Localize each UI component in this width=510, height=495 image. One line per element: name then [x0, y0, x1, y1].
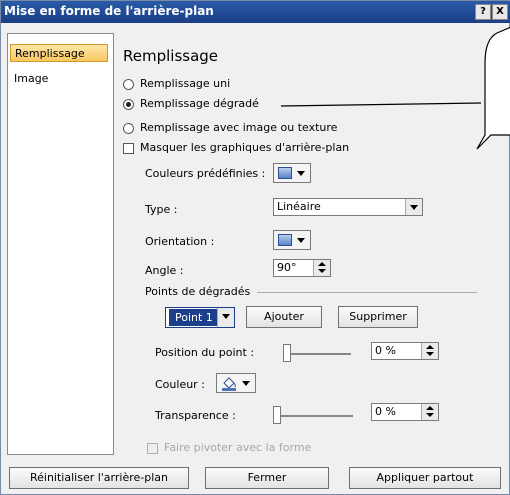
stop-position-thumb[interactable]: [283, 344, 291, 362]
angle-spin-buttons[interactable]: [313, 260, 330, 276]
spin-up-icon: [318, 262, 326, 266]
orientation-label: Orientation :: [145, 235, 215, 248]
color-label: Couleur :: [155, 378, 205, 391]
stop-position-value: 0 %: [375, 344, 396, 357]
window-title: Mise en forme de l'arrière-plan: [4, 4, 214, 18]
orientation-button[interactable]: [273, 230, 311, 250]
radio-picture-fill[interactable]: Remplissage avec image ou texture: [123, 121, 337, 134]
gradient-swatch-icon: [278, 167, 292, 179]
angle-label: Angle :: [145, 264, 184, 277]
chevron-down-icon: [410, 205, 418, 210]
format-background-dialog: Mise en forme de l'arrière-plan ? X Remp…: [0, 0, 510, 495]
radio-selected-icon: [123, 98, 134, 110]
stop-dropdown-button[interactable]: [217, 308, 234, 327]
help-button[interactable]: ?: [475, 4, 491, 20]
checkbox-icon: [147, 442, 158, 454]
close-window-button[interactable]: X: [492, 4, 508, 20]
checkbox-icon: [123, 142, 134, 154]
type-dropdown-button[interactable]: [405, 199, 422, 215]
fill-panel: Remplissage Remplissage uni Remplissage …: [117, 33, 487, 454]
paint-bucket-icon: [222, 377, 236, 391]
apply-all-button[interactable]: Appliquer partout: [349, 467, 501, 489]
spin-up-icon: [426, 345, 434, 349]
stop-select[interactable]: Point 1: [165, 307, 235, 328]
transparency-value: 0 %: [375, 405, 396, 418]
spin-down-icon: [426, 413, 434, 417]
section-divider: [257, 292, 477, 293]
spin-up-icon: [426, 406, 434, 410]
nav-item-remplissage[interactable]: Remplissage: [10, 44, 108, 62]
chevron-down-icon: [222, 314, 230, 319]
type-value: Linéaire: [277, 200, 321, 213]
angle-value: 90°: [277, 261, 297, 274]
gradient-stops-label: Points de dégradés: [145, 285, 251, 298]
transparency-spin-buttons[interactable]: [421, 404, 438, 420]
title-bar: Mise en forme de l'arrière-plan ? X: [1, 1, 510, 23]
transparency-thumb[interactable]: [273, 406, 281, 424]
spin-down-icon: [426, 352, 434, 356]
checkbox-hide-graphics[interactable]: Masquer les graphiques d'arrière-plan: [123, 141, 349, 154]
type-select[interactable]: Linéaire: [273, 198, 423, 216]
radio-icon: [123, 78, 134, 90]
chevron-down-icon: [297, 171, 305, 176]
stop-position-label: Position du point :: [155, 346, 255, 359]
stop-position-spinner[interactable]: 0 %: [371, 342, 439, 360]
remove-stop-button[interactable]: Supprimer: [338, 306, 418, 328]
radio-icon: [123, 122, 134, 134]
transparency-slider[interactable]: [273, 415, 353, 417]
close-button[interactable]: Fermer: [205, 467, 329, 489]
add-stop-button[interactable]: Ajouter: [246, 306, 322, 328]
checkbox-rotate-with-shape-label: Faire pivoter avec la forme: [164, 441, 312, 454]
transparency-label: Transparence :: [155, 409, 236, 422]
gradient-swatch-icon: [278, 234, 292, 246]
preset-colors-button[interactable]: [273, 163, 311, 183]
radio-gradient-fill-label: Remplissage dégradé: [140, 97, 259, 110]
category-list: Remplissage Image: [7, 33, 114, 455]
spin-down-icon: [318, 269, 326, 273]
radio-picture-fill-label: Remplissage avec image ou texture: [140, 121, 338, 134]
section-heading: Remplissage: [123, 47, 219, 65]
checkbox-rotate-with-shape[interactable]: Faire pivoter avec la forme: [147, 441, 311, 454]
reset-background-button[interactable]: Réinitialiser l'arrière-plan: [9, 467, 189, 489]
chevron-down-icon: [297, 238, 305, 243]
transparency-spinner[interactable]: 0 %: [371, 403, 439, 421]
stop-position-spin-buttons[interactable]: [421, 343, 438, 359]
radio-gradient-fill[interactable]: Remplissage dégradé: [123, 97, 259, 110]
stop-value: Point 1: [169, 309, 219, 326]
stop-position-slider[interactable]: [283, 353, 351, 355]
color-picker-button[interactable]: [216, 373, 256, 393]
checkbox-hide-graphics-label: Masquer les graphiques d'arrière-plan: [140, 141, 350, 154]
chevron-down-icon: [242, 381, 250, 386]
type-label: Type :: [145, 203, 178, 216]
radio-solid-fill[interactable]: Remplissage uni: [123, 77, 230, 90]
preset-colors-label: Couleurs prédéfinies :: [145, 167, 266, 180]
nav-item-image[interactable]: Image: [10, 70, 108, 88]
radio-solid-fill-label: Remplissage uni: [140, 77, 231, 90]
angle-spinner[interactable]: 90°: [273, 259, 331, 277]
